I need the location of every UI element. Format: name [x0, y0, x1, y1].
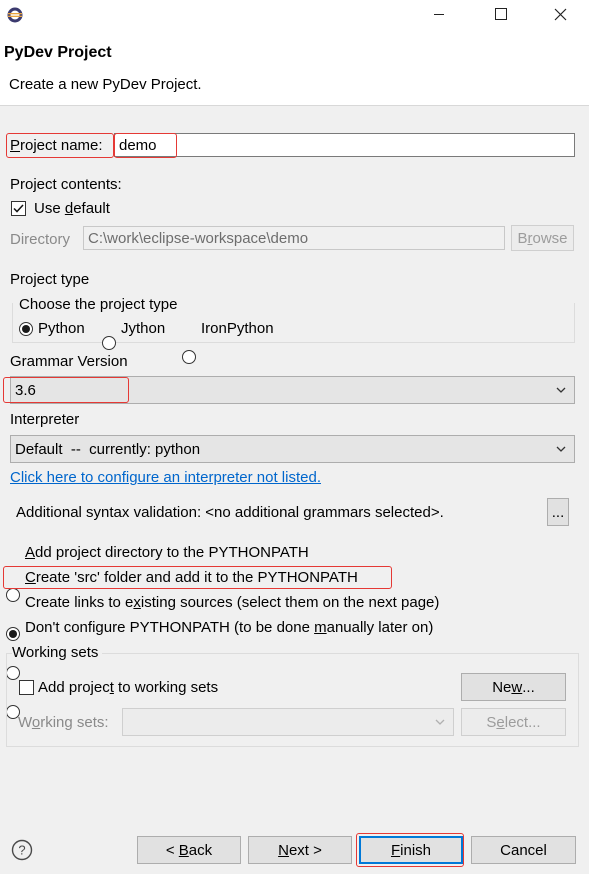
ironpython-radio-label: IronPython — [201, 320, 274, 337]
chevron-down-icon — [556, 387, 566, 393]
maximize-button[interactable] — [478, 0, 524, 28]
cancel-button[interactable]: Cancel — [471, 836, 576, 864]
chevron-down-icon — [556, 446, 566, 452]
grammar-version-label: Grammar Version — [10, 353, 128, 370]
chevron-down-icon — [435, 719, 445, 725]
add-project-dir-label: Add project directory to the PYTHONPATH — [25, 544, 309, 561]
configure-interpreter-link[interactable]: Click here to configure an interpreter n… — [10, 469, 321, 486]
add-to-working-sets-checkbox[interactable] — [19, 680, 34, 695]
close-button[interactable] — [537, 0, 583, 28]
working-sets-select-label: Working sets: — [18, 714, 109, 731]
select-working-sets-button: Se lect... — [461, 708, 566, 736]
project-name-value-highlight — [114, 133, 177, 158]
browse-button: Br owse — [511, 225, 574, 251]
working-sets-select — [122, 708, 454, 736]
directory-input: C:\work\eclipse-workspace\demo — [83, 226, 505, 250]
syntax-validation-label: Additional syntax validation: <no additi… — [16, 504, 444, 521]
python-radio-label: Python — [38, 320, 85, 337]
page-title: PyDev Project — [4, 44, 112, 61]
working-sets-label: Working sets — [12, 644, 103, 661]
create-links-label: Create links to existing sources (select… — [25, 594, 440, 611]
maximize-icon — [495, 8, 507, 20]
project-contents-label: Project contents: — [10, 176, 122, 193]
syntax-validation-button[interactable]: ... — [547, 498, 569, 526]
next-button[interactable]: Next > — [248, 836, 352, 864]
svg-text:?: ? — [18, 843, 25, 858]
help-button[interactable]: ? — [11, 839, 33, 861]
create-src-folder-radio[interactable] — [6, 627, 20, 641]
checkmark-icon — [13, 204, 24, 213]
use-default-checkbox[interactable] — [11, 201, 26, 216]
grammar-version-highlight — [3, 377, 129, 403]
add-project-dir-radio[interactable] — [6, 588, 20, 602]
jython-radio-label: Jython — [121, 320, 166, 337]
new-working-set-button[interactable]: Ne w... — [461, 673, 566, 701]
ironpython-radio[interactable] — [182, 350, 196, 364]
minimize-icon — [434, 14, 444, 15]
project-name-label: Project name: — [10, 137, 103, 154]
wizard-header: PyDev Project Create a new PyDev Project… — [0, 30, 589, 106]
project-name-input[interactable]: demo — [114, 133, 575, 157]
minimize-button[interactable] — [416, 0, 462, 28]
jython-radio[interactable] — [102, 336, 116, 350]
page-description: Create a new PyDev Project. — [9, 76, 202, 93]
interpreter-label: Interpreter — [10, 411, 80, 428]
help-icon: ? — [11, 839, 33, 861]
back-button[interactable]: < Back — [137, 836, 241, 864]
title-bar — [0, 0, 589, 36]
finish-button-highlight — [356, 833, 464, 867]
create-src-folder-label: Create 'src' folder and add it to the PY… — [25, 569, 358, 586]
close-icon — [554, 8, 566, 20]
dont-configure-label: Don't configure PYTHONPATH (to be done m… — [25, 619, 434, 636]
python-radio[interactable] — [19, 322, 33, 336]
use-default-label: Use default — [34, 200, 110, 217]
app-icon — [6, 6, 24, 24]
project-type-group-label: Choose the project type — [19, 296, 182, 313]
project-type-label: Project type — [10, 271, 90, 288]
directory-label: Directory — [10, 231, 71, 248]
interpreter-select[interactable]: Default -- currently: python — [10, 435, 575, 463]
add-to-working-sets-label: Add project to working sets — [38, 679, 219, 696]
